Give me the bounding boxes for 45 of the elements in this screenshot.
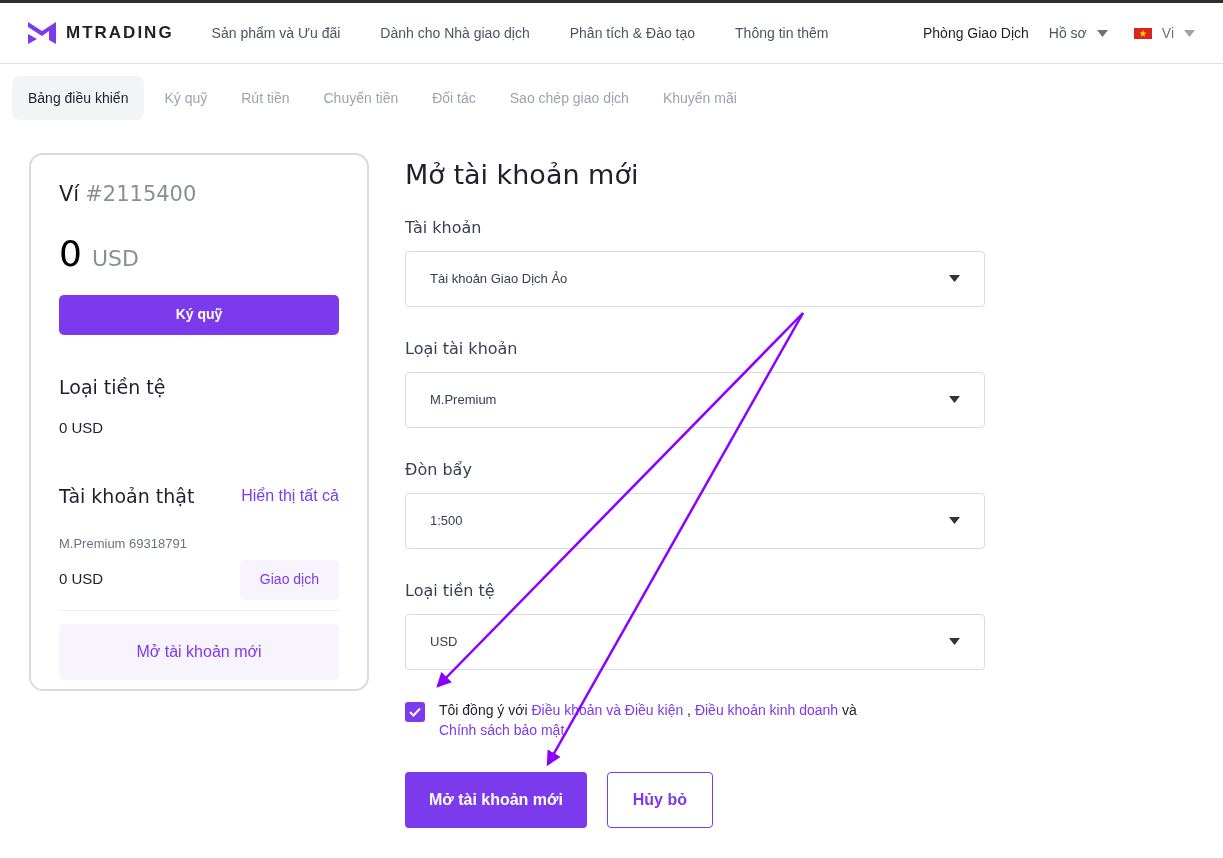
logo-text: MTRADING [66,22,174,45]
caret-icon [1096,29,1108,37]
section-heading: Loại tiền tệ [59,374,167,400]
open-account-button[interactable]: Mở tài khoản mới [59,623,339,680]
open-account-submit-button[interactable]: Mở tài khoản mới [405,771,587,828]
caret-icon [949,638,960,645]
terms-link[interactable]: Điều khoản kinh doanh [694,701,839,718]
show-all-link[interactable]: Hiển thị tất cả [241,483,339,508]
logo-icon [28,22,56,44]
nav-link[interactable]: Phân tích & Đào tạo [569,22,696,44]
form-title: Mở tài khoản mới [405,158,640,192]
deposit-button[interactable]: Ký quỹ [59,294,339,335]
flag-icon [1133,27,1152,39]
tab[interactable]: Bảng điều khiển [12,76,145,120]
nav-link[interactable]: Sản phẩm và Ưu đãi [211,22,341,44]
currency-value: 0 USD [59,418,105,438]
nav-link[interactable]: Dành cho Nhà giao dịch [380,22,530,44]
account-balance: 0 USD [59,569,104,590]
account-name: M.Premium 69318791 [59,535,188,553]
select-field[interactable]: Tài khoản Giao Dịch Ảo [405,250,985,307]
language-dropdown[interactable]: Vi [1133,22,1195,44]
caret-icon [949,517,960,524]
caret-icon [949,275,960,282]
balance-amount: 0 [59,231,82,276]
section-heading: Tài khoản thật [59,483,195,509]
nav-link[interactable]: Thông tin thêm [735,22,829,44]
select-field[interactable]: USD [405,613,985,670]
wallet-title: Ví [59,181,80,208]
caret-icon [949,396,960,403]
wallet-number: #2115400 [85,181,197,208]
cancel-button[interactable]: Hủy bỏ [606,771,713,828]
checkmark-icon [409,706,421,717]
select-field[interactable]: M.Premium [405,371,985,428]
field-label: Loại tài khoản [405,337,519,360]
field-label: Loại tiền tệ [405,579,496,602]
select-field[interactable]: 1:500 [405,492,985,549]
caret-icon [1184,29,1195,37]
terms-link[interactable]: Chính sách bảo mật [439,721,565,738]
field-label: Đòn bẩy [405,458,473,481]
trade-button[interactable]: Giao dịch [239,559,339,600]
trading-room-link[interactable]: Phòng Giao Dịch [923,22,1029,44]
profile-dropdown[interactable]: Hồ sơ [1048,22,1108,44]
field-label: Tài khoản [405,216,483,239]
agreement-checkbox[interactable] [405,701,425,722]
balance-currency: USD [91,244,139,273]
